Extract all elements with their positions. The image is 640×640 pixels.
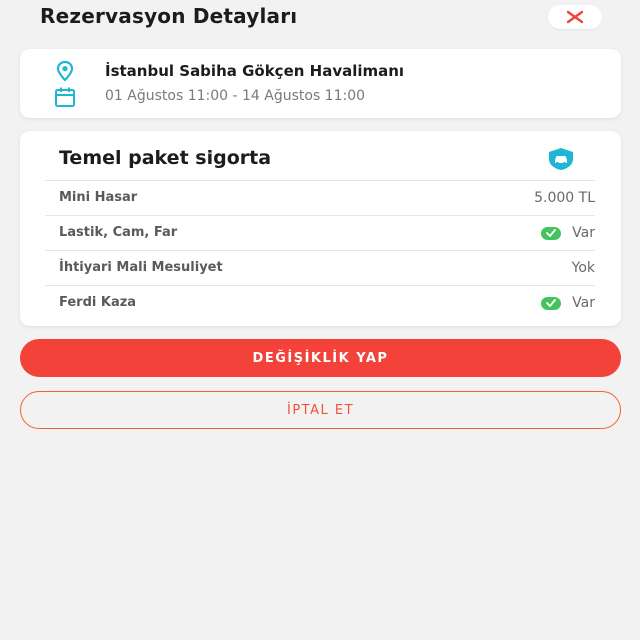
- insurance-card: Temel paket sigorta Mini Hasar 5.000 TL …: [20, 131, 621, 326]
- insurance-row: Ferdi Kaza Var: [45, 285, 595, 320]
- location-card: İstanbul Sabiha Gökçen Havalimanı 01 Ağu…: [20, 49, 621, 118]
- coverage-label: Lastik, Cam, Far: [59, 225, 178, 240]
- check-icon: [541, 296, 562, 310]
- calendar-icon: [55, 87, 75, 107]
- coverage-label: Mini Hasar: [59, 190, 138, 205]
- insurance-title: Temel paket sigorta: [59, 147, 272, 169]
- coverage-value: Var: [541, 295, 595, 311]
- close-button[interactable]: [548, 5, 602, 29]
- insurance-row: Mini Hasar 5.000 TL: [45, 180, 595, 215]
- car-shield-icon: [549, 148, 573, 170]
- rental-dates: 01 Ağustos 11:00 - 14 Ağustos 11:00: [105, 88, 366, 104]
- close-icon: [566, 10, 584, 24]
- coverage-value: Yok: [571, 260, 595, 276]
- coverage-label: Ferdi Kaza: [59, 295, 137, 310]
- modify-reservation-button[interactable]: DEĞİŞİKLİK YAP: [20, 339, 621, 377]
- cancel-reservation-button[interactable]: İPTAL ET: [20, 391, 621, 429]
- insurance-row: Lastik, Cam, Far Var: [45, 215, 595, 250]
- coverage-label: İhtiyari Mali Mesuliyet: [59, 260, 223, 275]
- location-name: İstanbul Sabiha Gökçen Havalimanı: [105, 62, 405, 80]
- insurance-row: İhtiyari Mali Mesuliyet Yok: [45, 250, 595, 285]
- reservation-details-screen: Rezervasyon Detayları İstanbul Sabiha Gö…: [0, 0, 640, 640]
- location-pin-icon: [56, 60, 74, 82]
- header: Rezervasyon Detayları: [0, 0, 640, 36]
- page-title: Rezervasyon Detayları: [40, 4, 298, 28]
- coverage-value: Var: [541, 225, 595, 241]
- coverage-value: 5.000 TL: [534, 190, 595, 206]
- check-icon: [541, 226, 562, 240]
